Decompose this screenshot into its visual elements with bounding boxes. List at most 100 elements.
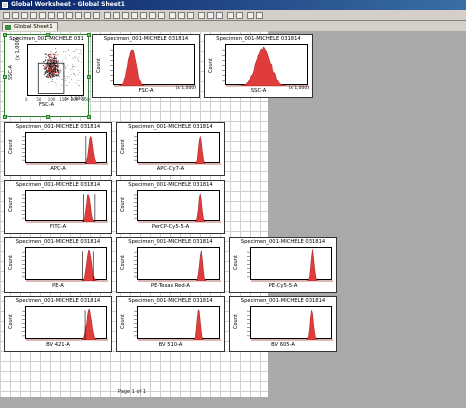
- plot-title: Specimen_001-MICHELE 031814: [15, 239, 101, 245]
- event-dot: [79, 71, 80, 73]
- x-unit-label: (x 1,000): [288, 86, 310, 91]
- plot-5[interactable]: Specimen_001-MICHELE 031814 FITC-A Count: [4, 180, 112, 234]
- resize-handle[interactable]: [87, 74, 91, 79]
- event-dot: [57, 68, 59, 70]
- plot-0[interactable]: Specimen_001-MICHELE 031 0 50 100 150 200 250 F…: [3, 33, 91, 119]
- toolbar-button-13[interactable]: [113, 12, 120, 19]
- plot-7[interactable]: Specimen_001-MICHELE 031814 PE-A Count: [4, 237, 112, 293]
- event-dot: [68, 50, 70, 51]
- event-dot: [46, 76, 48, 78]
- toolbar-button-27[interactable]: [247, 12, 254, 19]
- event-dot: [45, 71, 48, 73]
- tab-label: Global Sheet1: [14, 24, 53, 30]
- resize-handle[interactable]: [45, 33, 50, 37]
- plot-3[interactable]: Specimen_001-MICHELE 031814 APC-A Count: [4, 122, 112, 176]
- toolbar-button-3[interactable]: [21, 12, 28, 19]
- plot-9[interactable]: Specimen_001-MICHELE 031814 PE-Cy5-5-A Cou…: [229, 237, 337, 293]
- plot-svg: [247, 310, 333, 341]
- event-dot: [50, 74, 52, 76]
- event-dot: [54, 81, 56, 83]
- resize-handle[interactable]: [87, 115, 91, 119]
- event-dot: [54, 58, 57, 60]
- event-dot: [52, 61, 53, 63]
- event-dot: [52, 67, 54, 69]
- event-dot: [77, 85, 79, 87]
- plot-10[interactable]: Specimen_001-MICHELE 031814 BV 421-A Count: [4, 296, 112, 352]
- event-dot: [57, 70, 59, 72]
- event-dot: [57, 67, 59, 69]
- event-dot: [47, 82, 49, 84]
- toolbar-button-28[interactable]: [256, 12, 263, 19]
- toolbar-button-6[interactable]: [48, 12, 55, 19]
- y-axis-label: Count: [96, 57, 102, 73]
- toolbar-button-2[interactable]: [12, 12, 19, 19]
- toolbar-button-20[interactable]: [178, 12, 185, 19]
- tab-strip: Global Sheet1: [0, 21, 466, 31]
- resize-handle[interactable]: [3, 33, 7, 37]
- toolbar-button-17[interactable]: [149, 12, 156, 19]
- resize-handle[interactable]: [3, 74, 7, 79]
- event-dot: [49, 53, 51, 55]
- toolbar-button-25[interactable]: [227, 12, 234, 19]
- plot-4[interactable]: Specimen_001-MICHELE 031814 APC-Cy7-A Coun…: [116, 122, 225, 176]
- x-axis-label: PE-Cy5-5-A: [268, 283, 298, 289]
- toolbar-button-22[interactable]: [198, 12, 205, 19]
- event-dot: [49, 66, 51, 68]
- event-dot: [55, 73, 57, 75]
- plot-12[interactable]: Specimen_001-MICHELE 031814 BV 605-A Count: [229, 296, 337, 352]
- event-dot: [73, 73, 75, 75]
- event-dot: [60, 84, 62, 86]
- resize-handle[interactable]: [3, 115, 7, 119]
- event-dot: [58, 75, 60, 76]
- plot-6[interactable]: Specimen_001-MICHELE 031814 PerCP-Cy5-5-A…: [116, 180, 225, 234]
- event-dot: [54, 61, 56, 63]
- event-dot: [49, 72, 51, 74]
- event-dot: [65, 85, 67, 86]
- toolbar-button-7[interactable]: [57, 12, 64, 19]
- resize-handle[interactable]: [45, 115, 50, 119]
- toolbar-button-12[interactable]: [104, 12, 111, 19]
- toolbar-button-5[interactable]: [39, 12, 46, 19]
- toolbar-button-4[interactable]: [30, 12, 37, 19]
- toolbar-button-26[interactable]: [236, 12, 243, 19]
- event-dot: [75, 66, 77, 68]
- event-dot: [72, 69, 74, 70]
- plot-title: Specimen_001-MICHELE 031814: [216, 36, 301, 42]
- resize-handle[interactable]: [87, 33, 91, 37]
- x-axis-label: BV 510-A: [158, 342, 183, 348]
- toolbar-button-11[interactable]: [93, 12, 100, 19]
- toolbar-button-21[interactable]: [187, 12, 194, 19]
- event-dot: [47, 61, 49, 63]
- event-dot: [53, 65, 55, 67]
- plot-11[interactable]: Specimen_001-MICHELE 031814 BV 510-A Count: [116, 296, 225, 352]
- event-dot: [56, 54, 58, 56]
- event-dot: [75, 75, 77, 76]
- event-dot: [62, 64, 64, 65]
- toolbar-button-8[interactable]: [66, 12, 73, 19]
- toolbar-button-18[interactable]: [158, 12, 165, 19]
- plot-2[interactable]: Specimen_001-MICHELE 031814 SSC-A Count (x …: [204, 34, 313, 98]
- toolbar-button-10[interactable]: [84, 12, 91, 19]
- toolbar-button-9[interactable]: [75, 12, 82, 19]
- event-dot: [73, 74, 75, 75]
- toolbar-button-15[interactable]: [131, 12, 138, 19]
- event-dot: [78, 85, 80, 87]
- event-dot: [53, 55, 56, 57]
- toolbar-button-16[interactable]: [140, 12, 147, 19]
- event-dot: [49, 64, 51, 66]
- event-dot: [79, 53, 80, 55]
- y-axis-label: Count: [8, 138, 14, 154]
- toolbar-button-14[interactable]: [122, 12, 129, 19]
- toolbar-button-24[interactable]: [216, 12, 223, 19]
- plot-1[interactable]: Specimen_001-MICHELE 031814 FSC-A Count (x …: [92, 34, 200, 98]
- toolbar-button-1[interactable]: [3, 12, 10, 19]
- toolbar-button-19[interactable]: [169, 12, 176, 19]
- plot-8[interactable]: Specimen_001-MICHELE 031814 PE-Texas Red-…: [116, 237, 225, 293]
- tab-global-sheet1[interactable]: Global Sheet1: [2, 22, 58, 31]
- y-unit-label: (x 1,000): [15, 37, 21, 60]
- toolbar-button-23[interactable]: [207, 12, 214, 19]
- event-dot: [76, 49, 78, 50]
- x-axis-label: PE-A: [52, 283, 64, 289]
- event-dot: [49, 68, 51, 70]
- event-dot: [47, 55, 50, 57]
